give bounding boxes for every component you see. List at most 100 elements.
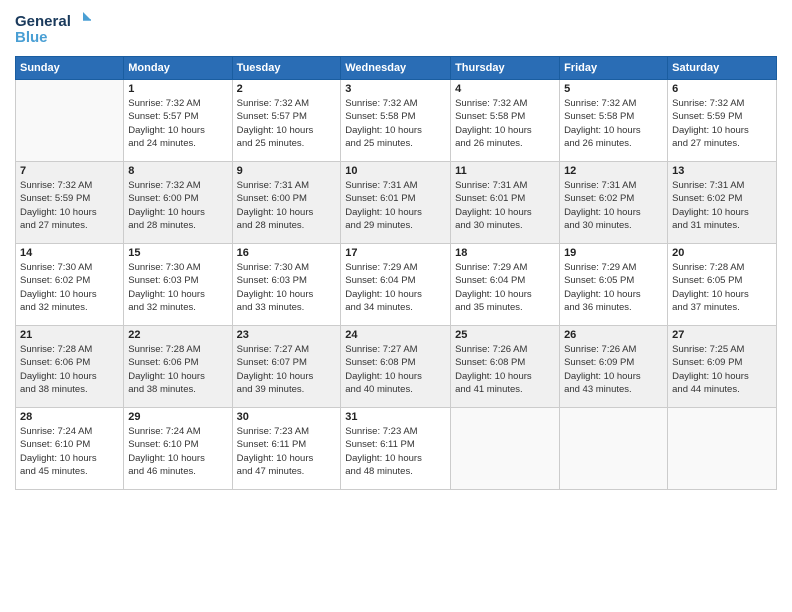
day-sun-info: Sunrise: 7:30 AMSunset: 6:03 PMDaylight:… xyxy=(237,261,337,314)
day-number: 18 xyxy=(455,247,555,259)
day-sun-info: Sunrise: 7:30 AMSunset: 6:03 PMDaylight:… xyxy=(128,261,227,314)
day-number: 1 xyxy=(128,83,227,95)
calendar-cell: 11 Sunrise: 7:31 AMSunset: 6:01 PMDayligh… xyxy=(451,162,560,244)
weekday-header-saturday: Saturday xyxy=(668,57,777,80)
weekday-header-friday: Friday xyxy=(560,57,668,80)
generalblue-logo: General Blue xyxy=(15,10,95,50)
calendar-cell: 15Sunrise: 7:30 AMSunset: 6:03 PMDayligh… xyxy=(124,244,232,326)
calendar-cell: 16 Sunrise: 7:30 AMSunset: 6:03 PMDayligh… xyxy=(232,244,341,326)
calendar-cell xyxy=(560,408,668,490)
calendar-cell: 10 Sunrise: 7:31 AMSunset: 6:01 PMDayligh… xyxy=(341,162,451,244)
day-sun-info: Sunrise: 7:32 AMSunset: 5:58 PMDaylight:… xyxy=(564,97,663,150)
day-number: 10 xyxy=(345,165,446,177)
day-sun-info: Sunrise: 7:32 AMSunset: 5:57 PMDaylight:… xyxy=(237,97,337,150)
calendar-cell: 6 Sunrise: 7:32 AMSunset: 5:59 PMDaylight… xyxy=(668,80,777,162)
calendar-cell: 1 Sunrise: 7:32 AMSunset: 5:57 PMDaylight… xyxy=(124,80,232,162)
day-number: 20 xyxy=(672,247,772,259)
calendar-cell: 26 Sunrise: 7:26 AMSunset: 6:09 PMDayligh… xyxy=(560,326,668,408)
weekday-header-wednesday: Wednesday xyxy=(341,57,451,80)
day-sun-info: Sunrise: 7:29 AMSunset: 6:04 PMDaylight:… xyxy=(455,261,555,314)
header: General Blue xyxy=(15,10,777,50)
day-sun-info: Sunrise: 7:27 AMSunset: 6:08 PMDaylight:… xyxy=(345,343,446,396)
day-number: 17 xyxy=(345,247,446,259)
day-number: 14 xyxy=(20,247,119,259)
day-sun-info: Sunrise: 7:31 AMSunset: 6:02 PMDaylight:… xyxy=(564,179,663,232)
day-number: 19 xyxy=(564,247,663,259)
day-sun-info: Sunrise: 7:31 AMSunset: 6:02 PMDaylight:… xyxy=(672,179,772,232)
calendar-cell: 24 Sunrise: 7:27 AMSunset: 6:08 PMDayligh… xyxy=(341,326,451,408)
day-number: 6 xyxy=(672,83,772,95)
svg-text:General: General xyxy=(15,13,71,30)
day-sun-info: Sunrise: 7:32 AMSunset: 5:57 PMDaylight:… xyxy=(128,97,227,150)
calendar-cell: 20 Sunrise: 7:28 AMSunset: 6:05 PMDayligh… xyxy=(668,244,777,326)
day-number: 30 xyxy=(237,411,337,423)
day-sun-info: Sunrise: 7:32 AMSunset: 5:59 PMDaylight:… xyxy=(672,97,772,150)
day-sun-info: Sunrise: 7:32 AMSunset: 5:58 PMDaylight:… xyxy=(455,97,555,150)
calendar-table: SundayMondayTuesdayWednesdayThursdayFrid… xyxy=(15,56,777,490)
svg-text:Blue: Blue xyxy=(15,29,48,46)
weekday-header-monday: Monday xyxy=(124,57,232,80)
calendar-cell: 28 Sunrise: 7:24 AMSunset: 6:10 PMDayligh… xyxy=(16,408,124,490)
day-sun-info: Sunrise: 7:28 AMSunset: 6:06 PMDaylight:… xyxy=(20,343,119,396)
calendar-cell: 25 Sunrise: 7:26 AMSunset: 6:08 PMDayligh… xyxy=(451,326,560,408)
day-sun-info: Sunrise: 7:24 AMSunset: 6:10 PMDaylight:… xyxy=(128,425,227,478)
calendar-cell: 19Sunrise: 7:29 AMSunset: 6:05 PMDayligh… xyxy=(560,244,668,326)
calendar-cell: 29 Sunrise: 7:24 AMSunset: 6:10 PMDayligh… xyxy=(124,408,232,490)
day-sun-info: Sunrise: 7:23 AMSunset: 6:11 PMDaylight:… xyxy=(345,425,446,478)
day-sun-info: Sunrise: 7:32 AMSunset: 5:59 PMDaylight:… xyxy=(20,179,119,232)
calendar-cell: 9Sunrise: 7:31 AMSunset: 6:00 PMDaylight… xyxy=(232,162,341,244)
day-number: 29 xyxy=(128,411,227,423)
day-number: 24 xyxy=(345,329,446,341)
day-sun-info: Sunrise: 7:31 AMSunset: 6:01 PMDaylight:… xyxy=(455,179,555,232)
calendar-week-row: 21 Sunrise: 7:28 AMSunset: 6:06 PMDayligh… xyxy=(16,326,777,408)
calendar-cell xyxy=(451,408,560,490)
day-sun-info: Sunrise: 7:27 AMSunset: 6:07 PMDaylight:… xyxy=(237,343,337,396)
day-sun-info: Sunrise: 7:28 AMSunset: 6:05 PMDaylight:… xyxy=(672,261,772,314)
day-sun-info: Sunrise: 7:31 AMSunset: 6:01 PMDaylight:… xyxy=(345,179,446,232)
weekday-header-thursday: Thursday xyxy=(451,57,560,80)
day-sun-info: Sunrise: 7:32 AMSunset: 6:00 PMDaylight:… xyxy=(128,179,227,232)
calendar-cell: 2 Sunrise: 7:32 AMSunset: 5:57 PMDaylight… xyxy=(232,80,341,162)
day-number: 12 xyxy=(564,165,663,177)
day-number: 25 xyxy=(455,329,555,341)
calendar-cell: 12 Sunrise: 7:31 AMSunset: 6:02 PMDayligh… xyxy=(560,162,668,244)
day-number: 2 xyxy=(237,83,337,95)
day-sun-info: Sunrise: 7:26 AMSunset: 6:08 PMDaylight:… xyxy=(455,343,555,396)
calendar-page: General Blue SundayMondayTuesdayWednesda… xyxy=(0,0,792,612)
day-sun-info: Sunrise: 7:29 AMSunset: 6:04 PMDaylight:… xyxy=(345,261,446,314)
weekday-header-sunday: Sunday xyxy=(16,57,124,80)
day-number: 21 xyxy=(20,329,119,341)
day-sun-info: Sunrise: 7:31 AMSunset: 6:00 PMDaylight:… xyxy=(237,179,337,232)
calendar-cell: 13 Sunrise: 7:31 AMSunset: 6:02 PMDayligh… xyxy=(668,162,777,244)
calendar-cell: 8Sunrise: 7:32 AMSunset: 6:00 PMDaylight… xyxy=(124,162,232,244)
calendar-cell: 21 Sunrise: 7:28 AMSunset: 6:06 PMDayligh… xyxy=(16,326,124,408)
day-sun-info: Sunrise: 7:28 AMSunset: 6:06 PMDaylight:… xyxy=(128,343,227,396)
calendar-cell: 5Sunrise: 7:32 AMSunset: 5:58 PMDaylight… xyxy=(560,80,668,162)
day-sun-info: Sunrise: 7:25 AMSunset: 6:09 PMDaylight:… xyxy=(672,343,772,396)
day-number: 3 xyxy=(345,83,446,95)
weekday-header-row: SundayMondayTuesdayWednesdayThursdayFrid… xyxy=(16,57,777,80)
day-number: 28 xyxy=(20,411,119,423)
calendar-week-row: 7Sunrise: 7:32 AMSunset: 5:59 PMDaylight… xyxy=(16,162,777,244)
calendar-cell: 31Sunrise: 7:23 AMSunset: 6:11 PMDayligh… xyxy=(341,408,451,490)
day-sun-info: Sunrise: 7:23 AMSunset: 6:11 PMDaylight:… xyxy=(237,425,337,478)
calendar-cell: 23Sunrise: 7:27 AMSunset: 6:07 PMDayligh… xyxy=(232,326,341,408)
calendar-cell: 3Sunrise: 7:32 AMSunset: 5:58 PMDaylight… xyxy=(341,80,451,162)
calendar-cell: 4 Sunrise: 7:32 AMSunset: 5:58 PMDaylight… xyxy=(451,80,560,162)
weekday-header-tuesday: Tuesday xyxy=(232,57,341,80)
day-sun-info: Sunrise: 7:24 AMSunset: 6:10 PMDaylight:… xyxy=(20,425,119,478)
calendar-week-row: 28 Sunrise: 7:24 AMSunset: 6:10 PMDayligh… xyxy=(16,408,777,490)
day-number: 13 xyxy=(672,165,772,177)
day-sun-info: Sunrise: 7:26 AMSunset: 6:09 PMDaylight:… xyxy=(564,343,663,396)
day-number: 4 xyxy=(455,83,555,95)
calendar-week-row: 14 Sunrise: 7:30 AMSunset: 6:02 PMDayligh… xyxy=(16,244,777,326)
day-number: 27 xyxy=(672,329,772,341)
calendar-cell: 14 Sunrise: 7:30 AMSunset: 6:02 PMDayligh… xyxy=(16,244,124,326)
logo: General Blue xyxy=(15,10,95,50)
day-number: 11 xyxy=(455,165,555,177)
day-sun-info: Sunrise: 7:30 AMSunset: 6:02 PMDaylight:… xyxy=(20,261,119,314)
day-number: 16 xyxy=(237,247,337,259)
calendar-cell: 17 Sunrise: 7:29 AMSunset: 6:04 PMDayligh… xyxy=(341,244,451,326)
day-number: 26 xyxy=(564,329,663,341)
calendar-cell: 27 Sunrise: 7:25 AMSunset: 6:09 PMDayligh… xyxy=(668,326,777,408)
